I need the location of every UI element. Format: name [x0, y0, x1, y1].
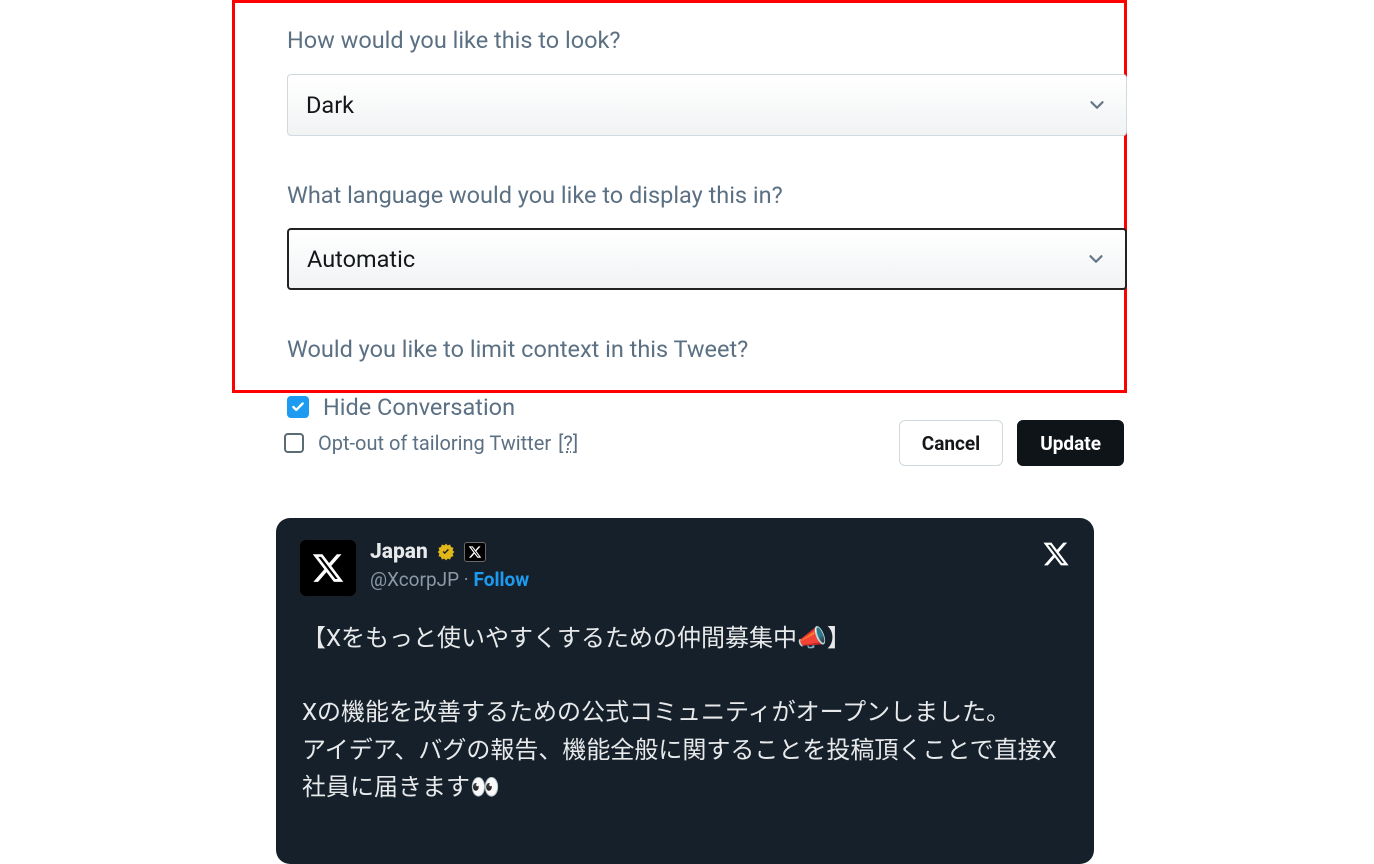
tweet-line-3: アイデア、バグの報告、機能全般に関することを投稿頂くことで直接X社員に届きます👀	[302, 732, 1068, 806]
tweet-author-name[interactable]: Japan	[370, 540, 428, 564]
optout-checkbox[interactable]	[284, 433, 304, 453]
cancel-button[interactable]: Cancel	[899, 420, 1003, 466]
x-logo-icon[interactable]	[1042, 540, 1070, 568]
hide-conversation-label: Hide Conversation	[323, 393, 515, 421]
tweet-body: 【Xをもっと使いやすくするための仲間募集中📣】 Xの機能を改善するための公式コミ…	[300, 620, 1070, 806]
appearance-selected-value: Dark	[306, 91, 354, 119]
language-selected-value: Automatic	[307, 245, 415, 273]
chevron-down-icon	[1086, 94, 1108, 116]
follow-link[interactable]: Follow	[473, 568, 529, 591]
language-label: What language would you like to display …	[287, 180, 1084, 211]
hide-conversation-checkbox[interactable]	[287, 396, 309, 418]
tweet-preview: Japan @XcorpJP · Follow 【Xをもっと使いやすくするための…	[276, 518, 1094, 864]
separator: ·	[459, 568, 473, 591]
appearance-label: How would you like this to look?	[287, 25, 1084, 56]
form-footer: Opt-out of tailoring Twitter [?] Cancel …	[284, 420, 1124, 466]
optout-text: Opt-out of tailoring Twitter	[318, 431, 551, 455]
org-badge-icon	[464, 542, 486, 562]
language-select[interactable]: Automatic	[287, 228, 1127, 290]
tweet-line-2: Xの機能を改善するための公式コミュニティがオープンしました。	[302, 694, 1068, 731]
chevron-down-icon	[1085, 248, 1107, 270]
optout-help-link[interactable]: [?]	[558, 431, 578, 455]
tweet-handle[interactable]: @XcorpJP	[370, 568, 459, 591]
avatar[interactable]	[300, 540, 356, 596]
verified-icon	[436, 542, 456, 562]
context-label: Would you like to limit context in this …	[287, 334, 1084, 365]
appearance-select[interactable]: Dark	[287, 74, 1127, 136]
settings-panel: How would you like this to look? Dark Wh…	[232, 0, 1127, 393]
update-button[interactable]: Update	[1017, 420, 1124, 466]
tweet-line-1: 【Xをもっと使いやすくするための仲間募集中📣】	[302, 620, 1068, 657]
